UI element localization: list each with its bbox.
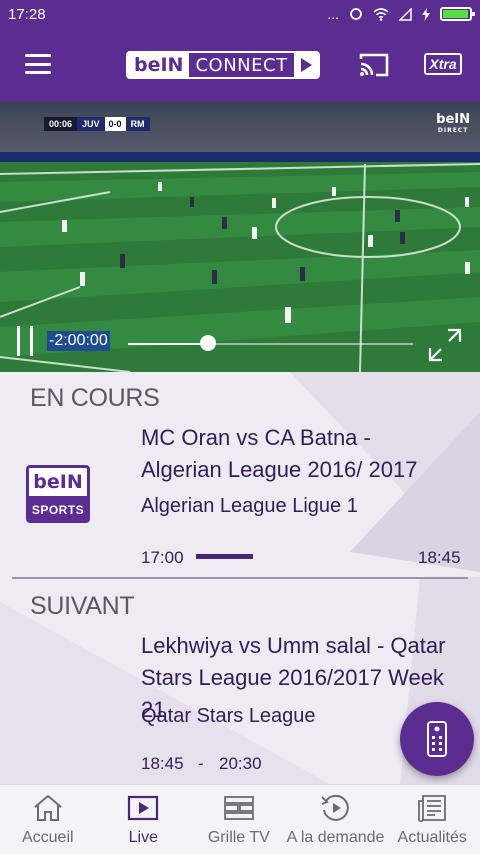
status-bar: 17:28 ...	[0, 0, 480, 28]
remote-control-icon	[427, 721, 447, 757]
now-program-subtitle: Algerian League Ligue 1	[141, 495, 358, 517]
remote-control-button[interactable]	[400, 702, 474, 776]
seek-bar[interactable]	[128, 343, 413, 345]
logo-connect-text: CONNECT	[195, 54, 288, 76]
now-start-time: 17:00	[141, 548, 184, 567]
now-program-title[interactable]: MC Oran vs CA Batna - Algerian League 20…	[141, 422, 451, 486]
nav-item-a-la-demande[interactable]: A la demande	[286, 785, 385, 854]
sync-icon	[350, 8, 362, 20]
logo-play-icon	[293, 53, 318, 77]
scorebug: 00:06 JUV 0-0 RM	[44, 117, 150, 131]
now-progress-fill	[196, 554, 253, 559]
channel-watermark: beIN DIRECT	[436, 112, 470, 134]
section-divider	[12, 577, 468, 579]
battery-icon	[440, 7, 475, 21]
more-dots: ...	[327, 6, 339, 22]
nav-label-accueil: Accueil	[21, 829, 74, 846]
nav-label-actualites: Actualités	[397, 829, 467, 846]
bottom-navigation: Accueil Live Grille TV A la demande Actu…	[0, 784, 480, 854]
channel-logo-bottom: SPORTS	[29, 496, 87, 520]
news-icon	[418, 795, 447, 823]
watermark-brand: beIN	[436, 112, 470, 127]
app-bar: beIN CONNECT Xtra	[0, 28, 480, 102]
match-score: 0-0	[104, 117, 126, 131]
replay-icon	[320, 794, 349, 821]
home-team: JUV	[77, 117, 105, 131]
away-team: RM	[125, 117, 150, 131]
tv-guide-icon	[223, 796, 254, 820]
logo-bein-text: beIN	[128, 53, 190, 77]
next-program-subtitle: Qatar Stars League	[141, 705, 316, 727]
now-progress-bar	[196, 554, 406, 559]
next-section-title: SUIVANT	[30, 592, 135, 620]
seek-handle[interactable]	[199, 335, 216, 351]
status-icons: ...	[327, 6, 475, 22]
xtra-button[interactable]: Xtra	[424, 53, 462, 75]
cast-icon[interactable]	[358, 52, 390, 78]
nav-label-live: Live	[128, 829, 158, 846]
signal-icon	[399, 7, 412, 21]
time-remaining: -2:00:00	[47, 331, 110, 351]
fullscreen-icon[interactable]	[428, 328, 462, 362]
wifi-icon	[373, 7, 389, 21]
watermark-sub: DIRECT	[437, 127, 469, 134]
pause-icon[interactable]	[17, 326, 33, 356]
nav-item-grille-tv[interactable]: Grille TV	[191, 785, 287, 854]
seek-bar-fill	[128, 343, 208, 345]
match-clock: 00:06	[44, 117, 78, 131]
menu-icon[interactable]	[25, 54, 51, 74]
now-section-title: EN COURS	[30, 384, 160, 412]
channel-logo-top: beIN	[33, 471, 83, 493]
nav-item-live[interactable]: Live	[96, 785, 192, 854]
nav-item-accueil[interactable]: Accueil	[0, 785, 96, 854]
bein-sports-channel-logo[interactable]: beIN SPORTS	[26, 465, 90, 523]
status-time: 17:28	[8, 5, 46, 23]
next-start-time: 18:45	[141, 754, 184, 773]
next-end-time: 20:30	[219, 754, 262, 773]
home-icon	[34, 794, 62, 821]
live-play-icon	[128, 795, 159, 821]
charging-icon	[422, 7, 430, 21]
bein-connect-logo: beIN CONNECT	[126, 51, 320, 79]
next-time-separator: -	[198, 754, 204, 773]
now-end-time: 18:45	[418, 548, 461, 567]
nav-item-actualites[interactable]: Actualités	[384, 785, 480, 854]
nav-label-grille-tv: Grille TV	[207, 829, 270, 846]
nav-label-a-la-demande: A la demande	[286, 829, 385, 846]
